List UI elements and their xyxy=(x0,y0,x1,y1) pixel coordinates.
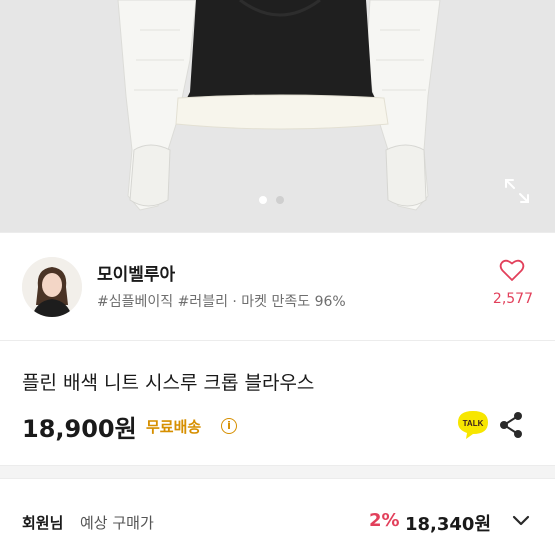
like-count: 2,577 xyxy=(492,291,533,307)
section-separator xyxy=(0,465,555,479)
member-price-row[interactable]: 회원님 예상 구매가 2% 18,340원 xyxy=(0,479,555,555)
carousel-dot[interactable] xyxy=(276,196,284,204)
seller-tags: #심플베이직 #러블리 · 마켓 만족도 96% xyxy=(97,294,346,310)
product-price: 18,900원 xyxy=(22,415,137,443)
member-price: 18,340원 xyxy=(405,514,492,535)
seller-name[interactable]: 모이벨루아 xyxy=(97,260,175,285)
seller-section: 모이벨루아 #심플베이직 #러블리 · 마켓 만족도 96% 2,577 xyxy=(0,232,555,340)
heart-icon[interactable] xyxy=(499,258,525,282)
kakao-talk-icon[interactable]: TALK xyxy=(456,409,490,441)
chevron-down-icon[interactable] xyxy=(511,513,531,527)
share-icon[interactable] xyxy=(498,411,524,439)
kakao-talk-label: TALK xyxy=(463,419,484,428)
carousel-dot-active[interactable] xyxy=(259,196,267,204)
expand-icon[interactable] xyxy=(503,177,531,205)
product-title: 플린 배색 니트 시스루 크롭 블라우스 xyxy=(22,372,315,394)
info-icon[interactable]: i xyxy=(221,418,237,434)
member-sublabel: 예상 구매가 xyxy=(80,514,154,532)
carousel-indicator xyxy=(259,196,284,204)
member-discount: 2% xyxy=(369,510,400,531)
seller-avatar[interactable] xyxy=(22,257,82,317)
member-label: 회원님 xyxy=(22,514,64,532)
divider xyxy=(0,340,555,341)
product-image[interactable] xyxy=(0,0,555,232)
free-shipping-badge: 무료배송 xyxy=(146,418,202,436)
